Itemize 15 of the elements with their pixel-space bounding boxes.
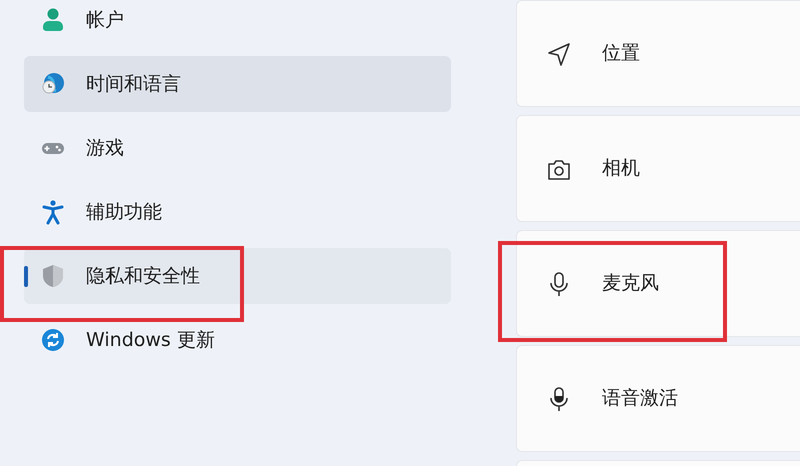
sidebar-item[interactable]: Windows 更新	[24, 312, 451, 368]
sidebar-item[interactable]: 辅助功能	[24, 184, 451, 240]
settings-card[interactable]: 相机	[516, 115, 800, 222]
location-arrow-icon	[546, 40, 572, 66]
sidebar-item[interactable]: 帐户	[24, 0, 451, 48]
sidebar-item[interactable]: 游戏	[24, 120, 451, 176]
settings-card[interactable]: 语音激活	[516, 345, 800, 452]
person-icon	[40, 7, 66, 33]
settings-card[interactable]: 位置	[516, 0, 800, 107]
settings-card[interactable]: 麦克风	[516, 230, 800, 337]
shield-icon	[40, 263, 66, 289]
sidebar-item[interactable]: 隐私和安全性	[24, 248, 451, 304]
accessibility-icon	[40, 199, 66, 225]
sidebar-item[interactable]: 时间和语言	[24, 56, 451, 112]
update-icon	[40, 327, 66, 353]
